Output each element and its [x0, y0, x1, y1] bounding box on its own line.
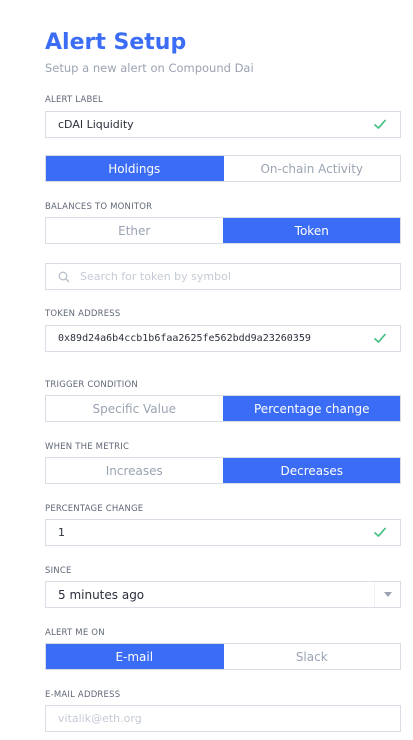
token-address-value: 0x89d24a6b4ccb1b6faa2625fe562bdd9a232603…: [58, 333, 311, 344]
alert-label-heading: ALERT LABEL: [45, 95, 103, 105]
email-input[interactable]: vitalik@eth.org: [45, 705, 401, 732]
token-address-heading: TOKEN ADDRESS: [45, 309, 121, 319]
metric-toggle: Increases Decreases: [45, 457, 401, 484]
percentage-input[interactable]: 1: [45, 519, 401, 546]
trigger-heading: TRIGGER CONDITION: [45, 380, 138, 390]
increases-option[interactable]: Increases: [46, 458, 223, 483]
alert-label-input[interactable]: cDAI Liquidity: [45, 111, 401, 138]
metric-heading: WHEN THE METRIC: [45, 442, 130, 452]
alert-label-value: cDAI Liquidity: [58, 118, 134, 131]
email-placeholder: vitalik@eth.org: [58, 712, 142, 725]
page-title: Alert Setup: [45, 30, 187, 55]
check-icon: [373, 119, 387, 130]
email-heading: E-MAIL ADDRESS: [45, 690, 121, 700]
chevron-down-icon[interactable]: [374, 582, 400, 607]
alert-on-heading: ALERT ME ON: [45, 628, 105, 638]
balances-heading: BALANCES TO MONITOR: [45, 202, 153, 212]
since-select[interactable]: 5 minutes ago: [45, 581, 401, 608]
email-option[interactable]: E-mail: [46, 644, 223, 669]
onchain-activity-tab[interactable]: On-chain Activity: [222, 156, 400, 181]
alert-channel-toggle: E-mail Slack: [45, 643, 401, 670]
token-search-placeholder: Search for token by symbol: [80, 270, 231, 283]
token-option[interactable]: Token: [222, 218, 400, 243]
ether-option[interactable]: Ether: [46, 218, 223, 243]
since-heading: SINCE: [45, 566, 72, 576]
token-address-input[interactable]: 0x89d24a6b4ccb1b6faa2625fe562bdd9a232603…: [45, 325, 401, 352]
search-icon: [58, 271, 70, 282]
trigger-toggle: Specific Value Percentage change: [45, 395, 401, 422]
token-search-input[interactable]: Search for token by symbol: [45, 263, 401, 290]
page-subtitle: Setup a new alert on Compound Dai: [45, 61, 254, 75]
holdings-tab[interactable]: Holdings: [46, 156, 223, 181]
percentage-heading: PERCENTAGE CHANGE: [45, 504, 144, 514]
since-value: 5 minutes ago: [58, 587, 145, 602]
check-icon: [373, 527, 387, 538]
percentage-change-option[interactable]: Percentage change: [222, 396, 400, 421]
balances-toggle: Ether Token: [45, 217, 401, 244]
specific-value-option[interactable]: Specific Value: [46, 396, 223, 421]
decreases-option[interactable]: Decreases: [222, 458, 400, 483]
check-icon: [373, 333, 387, 344]
percentage-value: 1: [58, 526, 65, 539]
alert-type-toggle: Holdings On-chain Activity: [45, 155, 401, 182]
slack-option[interactable]: Slack: [222, 644, 400, 669]
